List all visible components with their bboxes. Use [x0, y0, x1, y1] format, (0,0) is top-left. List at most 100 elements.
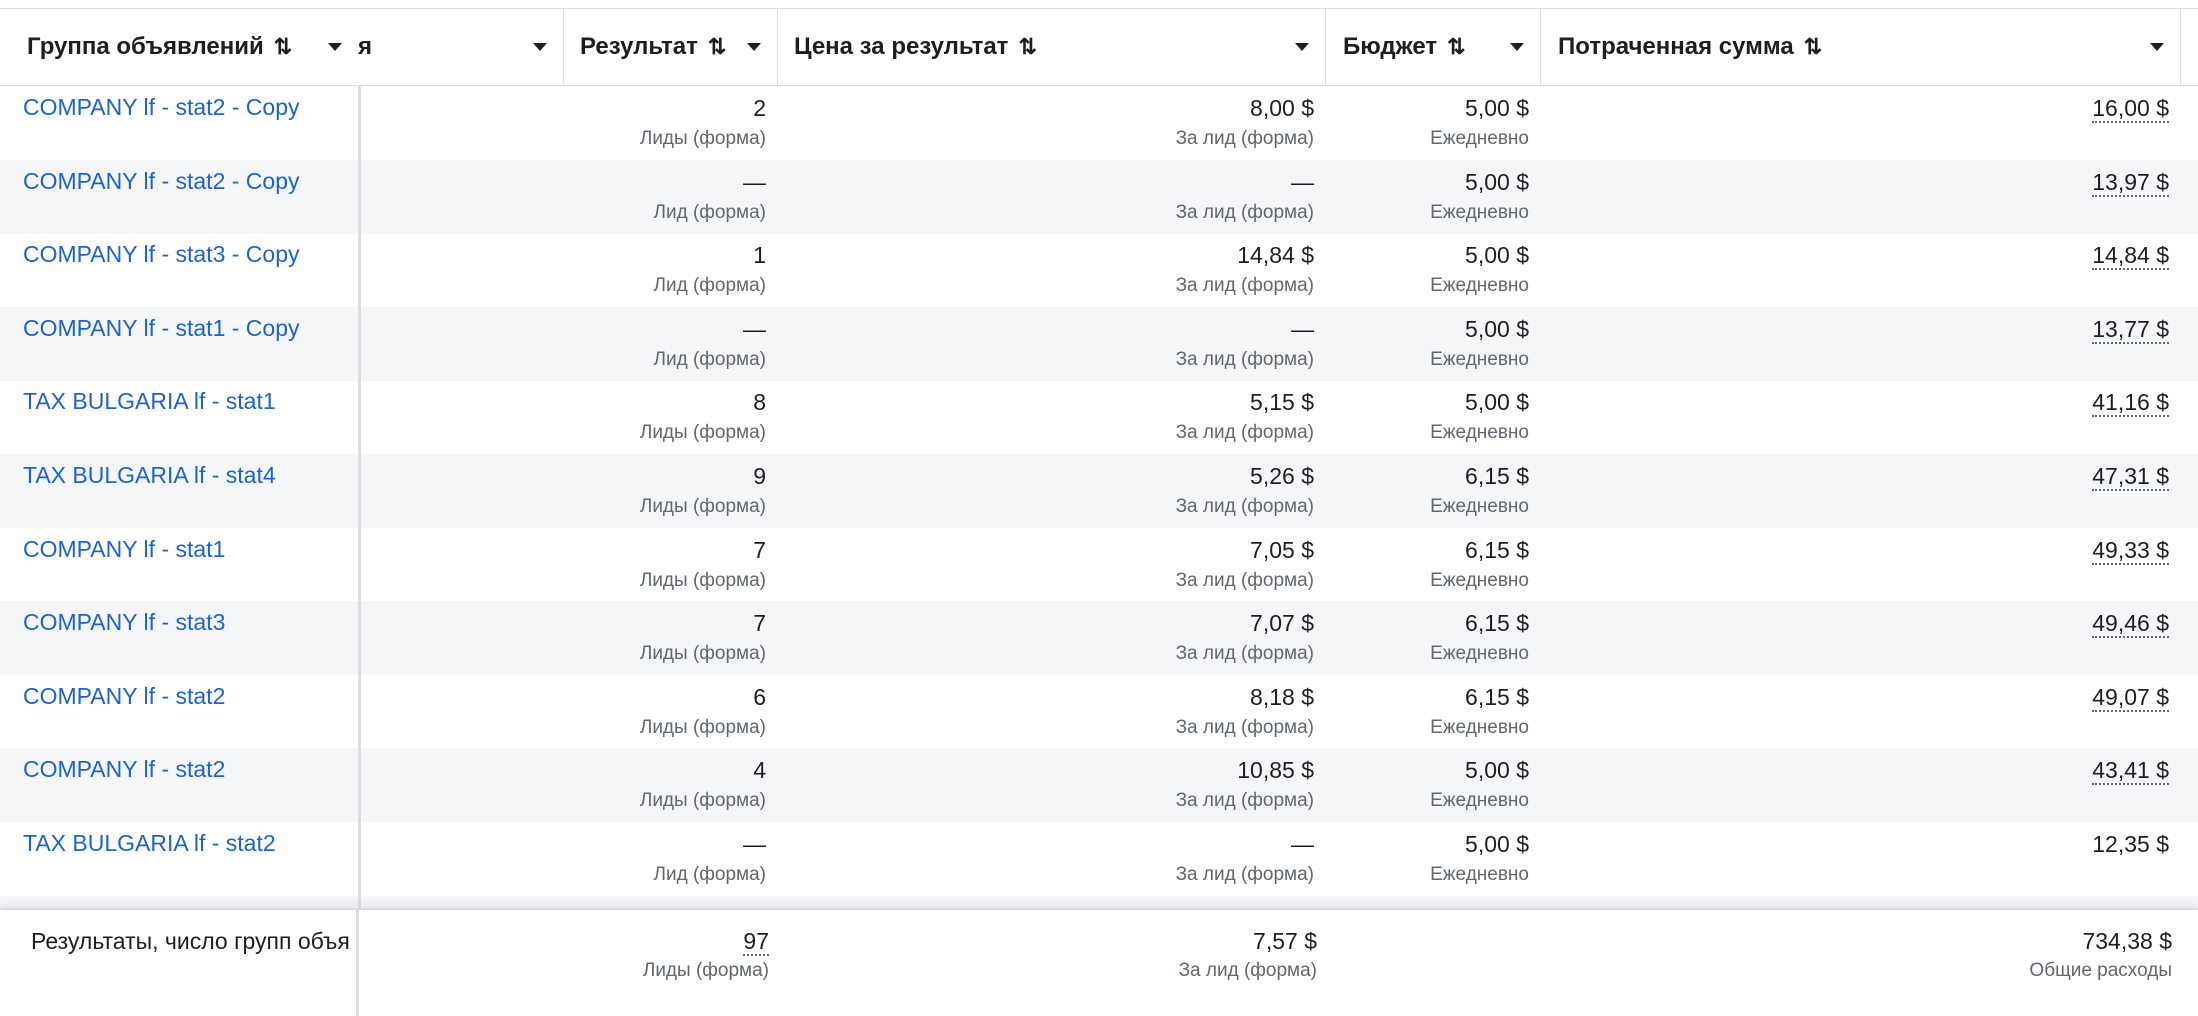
adset-name-link[interactable]: COMPANY lf - stat2: [23, 683, 225, 710]
budget-type: Ежедневно: [1430, 496, 1529, 517]
budget-value[interactable]: 6,15 $: [1465, 684, 1529, 711]
budget-type: Ежедневно: [1430, 643, 1529, 665]
budget-value[interactable]: 5,00 $: [1465, 169, 1529, 196]
summary-result[interactable]: 97: [743, 928, 769, 956]
amount-spent-value[interactable]: 49,33 $: [2092, 536, 2169, 565]
chevron-down-icon[interactable]: [1295, 43, 1309, 51]
amount-spent-cell[interactable]: 41,16 $: [2092, 389, 2169, 418]
column-header-adset-label: Группа объявлений: [27, 33, 264, 60]
result-type: Лиды (форма): [639, 496, 766, 517]
column-header-adset[interactable]: Группа объявлений ⇅: [0, 9, 358, 85]
column-header-cost-per-result-label: Цена за результат: [794, 33, 1009, 60]
table-row[interactable]: COMPANY lf - stat1 7 Лиды (форма) 7,05 $ За …: [0, 528, 2198, 602]
sort-icon[interactable]: ⇅: [274, 34, 292, 60]
table-row[interactable]: COMPANY lf - stat2 4 Лиды (форма) 10,85 $ За…: [0, 748, 2198, 823]
chevron-down-icon[interactable]: [747, 43, 761, 51]
amount-spent-cell[interactable]: 16,00 $: [2092, 95, 2169, 123]
amount-spent-cell[interactable]: 13,77 $: [2092, 315, 2169, 344]
adset-name-link[interactable]: TAX BULGARIA lf - stat4: [23, 462, 276, 489]
table-row[interactable]: COMPANY lf - stat2 6 Лиды (форма) 8,18 $ За …: [0, 675, 2198, 749]
budget-type: Ежедневно: [1430, 422, 1529, 444]
budget-value[interactable]: 6,15 $: [1465, 463, 1529, 490]
adset-name-link[interactable]: COMPANY lf - stat3 - Copy: [23, 241, 300, 268]
adset-name-link[interactable]: TAX BULGARIA lf - stat1: [23, 388, 276, 415]
budget-type: Ежедневно: [1430, 201, 1529, 223]
table-footer-summary: Результаты, число групп объя 97 Лиды (фо…: [0, 908, 2198, 1016]
chevron-down-icon[interactable]: [2150, 43, 2164, 51]
cost-per-result-value: 7,05 $: [1250, 536, 1314, 563]
amount-spent-cell[interactable]: 43,41 $: [2092, 757, 2169, 786]
chevron-down-icon[interactable]: [328, 43, 342, 51]
table-row[interactable]: TAX BULGARIA lf - stat2 — Лид (форма) — За л…: [0, 822, 2198, 896]
budget-value[interactable]: 6,15 $: [1465, 537, 1529, 564]
summary-result-value[interactable]: 97: [743, 928, 769, 956]
adset-name-link[interactable]: COMPANY lf - stat2 - Copy: [23, 168, 300, 195]
budget-value[interactable]: 6,15 $: [1465, 610, 1529, 637]
amount-spent-cell[interactable]: 49,46 $: [2092, 610, 2169, 639]
sort-icon[interactable]: ⇅: [1018, 34, 1036, 60]
result-value: —: [743, 831, 766, 857]
budget-value[interactable]: 5,00 $: [1465, 95, 1529, 122]
amount-spent-value[interactable]: 41,16 $: [2092, 389, 2169, 418]
adset-name-link[interactable]: COMPANY lf - stat2 - Copy: [23, 94, 300, 121]
result-value: 8: [753, 389, 766, 416]
cost-per-result-value: 8,18 $: [1250, 683, 1314, 710]
amount-spent-value[interactable]: 13,97 $: [2092, 168, 2169, 197]
adset-name-link[interactable]: COMPANY lf - stat3: [23, 609, 225, 636]
table-row[interactable]: TAX BULGARIA lf - stat1 8 Лиды (форма) 5,15…: [0, 380, 2198, 454]
budget-value[interactable]: 5,00 $: [1465, 757, 1529, 784]
table-row[interactable]: COMPANY lf - stat2 - Copy 2 Лиды (форма) 8,…: [0, 86, 2198, 160]
result-value: 4: [753, 757, 766, 784]
chevron-down-icon[interactable]: [533, 43, 547, 51]
column-header-amount-spent[interactable]: Потраченная сумма ⇅: [1541, 9, 2181, 85]
table-row[interactable]: COMPANY lf - stat2 - Copy — Лид (форма) — За…: [0, 159, 2198, 234]
amount-spent-cell[interactable]: 12,35 $: [2092, 831, 2169, 858]
budget-type: Ежедневно: [1430, 790, 1529, 812]
adset-name-link[interactable]: COMPANY lf - stat1 - Copy: [23, 315, 300, 342]
amount-spent-value[interactable]: 49,46 $: [2092, 610, 2169, 639]
summary-label: Результаты, число групп объя: [31, 928, 350, 954]
sort-icon[interactable]: ⇅: [1804, 34, 1822, 60]
column-header-budget[interactable]: Бюджет ⇅: [1326, 9, 1541, 85]
adset-name-link[interactable]: COMPANY lf - stat2: [23, 756, 225, 783]
column-header-result-label: Результат: [580, 33, 698, 60]
amount-spent-value[interactable]: 49,07 $: [2092, 683, 2169, 712]
amount-spent-value[interactable]: 16,00 $: [2092, 95, 2169, 123]
table-row[interactable]: COMPANY lf - stat1 - Copy — Лид (форма) — За…: [0, 306, 2198, 381]
table-row[interactable]: COMPANY lf - stat3 7 Лиды (форма) 7,07 $ За …: [0, 601, 2198, 676]
amount-spent-cell[interactable]: 13,97 $: [2092, 168, 2169, 197]
amount-spent-cell[interactable]: 47,31 $: [2092, 463, 2169, 491]
adset-name-link[interactable]: COMPANY lf - stat1: [23, 536, 225, 563]
result-value: —: [743, 315, 766, 342]
budget-type: Ежедневно: [1430, 128, 1529, 149]
table-row[interactable]: TAX BULGARIA lf - stat4 9 Лиды (форма) 5,26…: [0, 454, 2198, 528]
column-header-cost-per-result[interactable]: Цена за результат ⇅: [778, 9, 1326, 85]
table-row[interactable]: TAX BULGARIA lf - stat55,00 $0,00 $: [0, 895, 2198, 908]
result-type: Лиды (форма): [639, 716, 766, 738]
amount-spent-value[interactable]: 43,41 $: [2092, 757, 2169, 786]
amount-spent-cell[interactable]: 14,84 $: [2092, 242, 2169, 271]
amount-spent-cell[interactable]: 49,07 $: [2092, 683, 2169, 712]
sort-icon[interactable]: ⇅: [1447, 34, 1465, 60]
column-header-budget-label: Бюджет: [1343, 33, 1438, 60]
amount-spent-value[interactable]: 14,84 $: [2092, 242, 2169, 271]
amount-spent-cell[interactable]: 49,33 $: [2092, 536, 2169, 565]
cost-per-result-value: 8,00 $: [1250, 95, 1314, 121]
adset-name-link[interactable]: TAX BULGARIA lf - stat2: [23, 830, 276, 857]
budget-value[interactable]: 5,00 $: [1465, 389, 1529, 416]
budget-value[interactable]: 5,00 $: [1465, 242, 1529, 269]
chevron-down-icon[interactable]: [1510, 43, 1524, 51]
budget-value[interactable]: 5,00 $: [1465, 831, 1529, 858]
amount-spent-value[interactable]: 47,31 $: [2092, 463, 2169, 491]
amount-spent-value[interactable]: 13,77 $: [2092, 315, 2169, 344]
frozen-column-divider: [356, 910, 359, 1016]
summary-cost-per-result: 7,57 $: [1253, 928, 1317, 954]
sort-icon[interactable]: ⇅: [708, 34, 726, 60]
result-type: Лиды (форма): [639, 422, 766, 444]
amount-spent-value[interactable]: 12,35 $: [2092, 831, 2169, 857]
column-header-result[interactable]: Результат ⇅: [564, 9, 778, 85]
cost-per-result-type: За лид (форма): [1175, 275, 1314, 297]
budget-value[interactable]: 5,00 $: [1465, 316, 1529, 343]
table-row[interactable]: COMPANY lf - stat3 - Copy 1 Лид (форма) 14,…: [0, 233, 2198, 307]
column-header-truncated[interactable]: я: [358, 9, 564, 85]
